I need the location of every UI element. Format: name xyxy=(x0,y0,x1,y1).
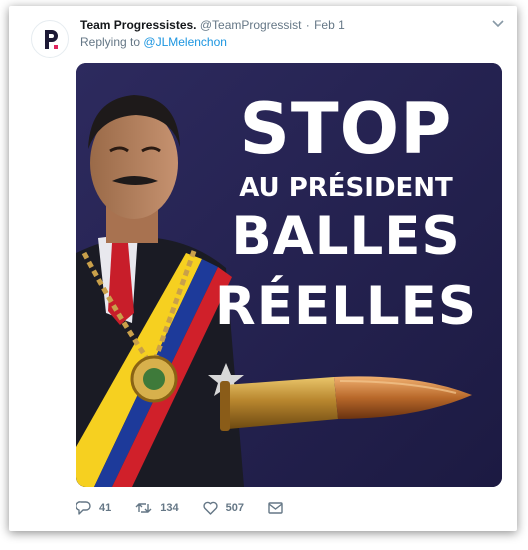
heart-icon xyxy=(202,501,218,515)
like-count: 507 xyxy=(225,502,244,514)
like-button[interactable]: 507 xyxy=(202,501,244,515)
image-text-reelles: RÉELLES xyxy=(214,276,478,337)
envelope-icon xyxy=(268,502,283,514)
reply-count: 41 xyxy=(99,502,112,514)
image-text-stop: STOP xyxy=(239,88,453,170)
author-handle[interactable]: @TeamProgressist xyxy=(200,18,302,32)
p-logo-icon xyxy=(45,30,58,49)
avatar[interactable] xyxy=(31,20,69,58)
replying-to: Replying to @JLMelenchon xyxy=(80,35,227,49)
tweet-date[interactable]: Feb 1 xyxy=(314,18,345,32)
reply-button[interactable]: 41 xyxy=(76,501,111,515)
tweet-image[interactable]: STOP AU PRÉSIDENT BALLES RÉELLES xyxy=(76,63,502,487)
tweet-actions: 41 134 507 xyxy=(76,499,315,517)
author-name[interactable]: Team Progressistes. xyxy=(80,18,197,32)
tweet-card[interactable]: Team Progressistes. @TeamProgressist · F… xyxy=(9,6,517,531)
replying-to-label: Replying to xyxy=(80,35,141,49)
retweet-icon xyxy=(135,503,152,513)
image-text-au-president: AU PRÉSIDENT xyxy=(239,173,453,203)
chevron-down-icon[interactable] xyxy=(491,18,505,30)
tweet-header: Team Progressistes. @TeamProgressist · F… xyxy=(80,17,500,33)
dm-button[interactable] xyxy=(268,502,291,514)
retweet-button[interactable]: 134 xyxy=(135,501,179,515)
header-separator: · xyxy=(305,18,310,32)
replying-to-link[interactable]: @JLMelenchon xyxy=(143,35,227,49)
image-text-balles: BALLES xyxy=(231,206,461,267)
retweet-count: 134 xyxy=(160,502,179,514)
reply-icon xyxy=(76,501,91,515)
